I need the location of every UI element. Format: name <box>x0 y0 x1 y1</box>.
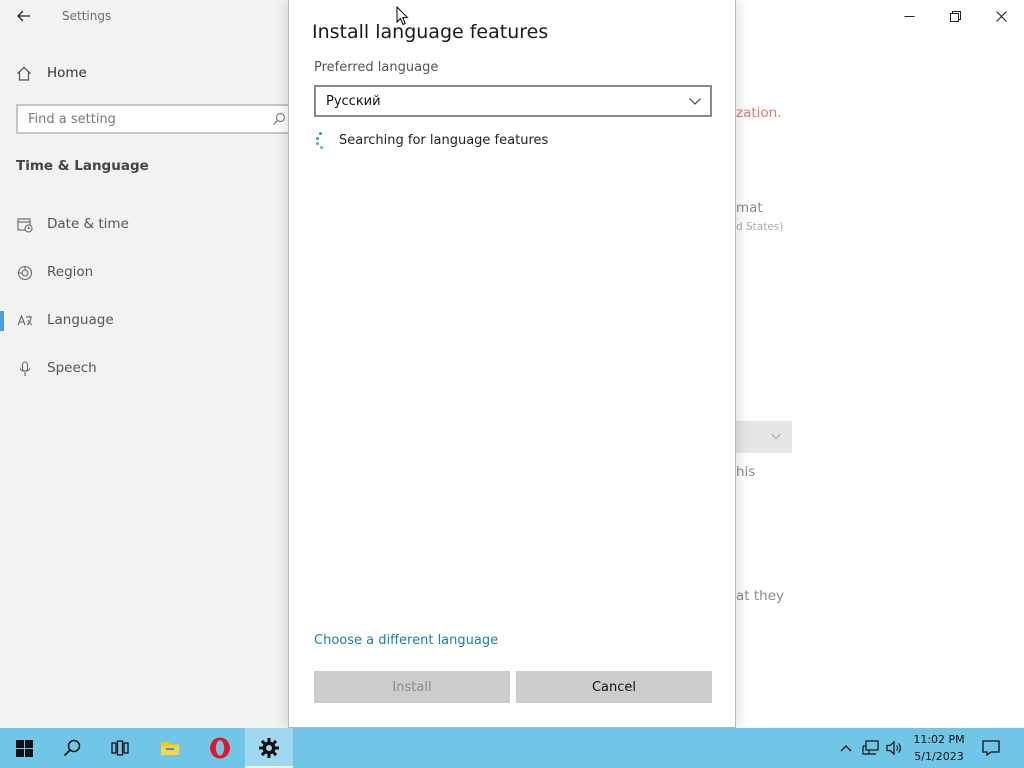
speaker-icon <box>886 740 901 756</box>
notifications-icon <box>982 740 1000 756</box>
region-globe-icon <box>16 264 34 282</box>
taskbar-clock[interactable]: 11:02 PM 5/1/2023 <box>910 731 968 765</box>
minimize-button[interactable] <box>886 0 932 32</box>
preferred-language-select[interactable]: Русский <box>314 85 712 117</box>
opera-icon <box>210 737 230 759</box>
section-title: Time & Language <box>16 158 149 174</box>
network-status-button[interactable] <box>860 728 882 768</box>
start-button[interactable] <box>0 728 48 768</box>
opera-browser-button[interactable] <box>196 728 244 768</box>
window-controls <box>886 0 1024 32</box>
window-title: Settings <box>62 9 112 23</box>
status-text: Searching for language features <box>339 132 549 148</box>
date-time-icon <box>16 216 34 234</box>
task-view-icon <box>111 740 129 756</box>
settings-gear-icon <box>259 738 279 758</box>
taskbar: 11:02 PM 5/1/2023 <box>0 728 1024 768</box>
close-button[interactable] <box>978 0 1024 32</box>
network-icon <box>862 740 879 755</box>
chevron-down-icon <box>771 433 781 440</box>
format-subtext-fragment: d States) <box>736 221 784 233</box>
clock-time: 11:02 PM <box>913 733 965 746</box>
microphone-icon <box>16 360 34 378</box>
task-view-button[interactable] <box>96 728 144 768</box>
sidebar-item-label: Speech <box>47 360 97 376</box>
file-explorer-button[interactable] <box>146 728 194 768</box>
settings-taskbar-button[interactable] <box>245 728 293 768</box>
search-icon <box>273 112 286 125</box>
nav-home[interactable]: Home <box>16 62 87 84</box>
chevron-down-icon <box>689 98 701 105</box>
sidebar-item-speech[interactable]: Speech <box>0 351 290 387</box>
volume-button[interactable] <box>884 728 906 768</box>
they-text-fragment: at they <box>736 588 785 604</box>
sidebar-item-region[interactable]: Region <box>0 255 290 291</box>
preferred-language-label: Preferred language <box>314 60 439 75</box>
taskbar-search-button[interactable] <box>48 728 96 768</box>
cancel-button[interactable]: Cancel <box>516 671 712 703</box>
settings-search-box[interactable] <box>16 104 292 134</box>
search-icon <box>63 739 81 757</box>
restore-icon <box>949 10 961 22</box>
file-explorer-icon <box>161 742 179 755</box>
choose-different-language-link[interactable]: Choose a different language <box>314 633 498 648</box>
close-icon <box>995 10 1007 22</box>
sidebar-item-date-time[interactable]: Date & time <box>0 207 290 243</box>
this-text-fragment: his <box>736 464 756 480</box>
background-dropdown[interactable] <box>736 421 792 453</box>
restore-button[interactable] <box>932 0 978 32</box>
search-status: Searching for language features <box>314 130 548 150</box>
minimize-icon <box>904 15 914 17</box>
action-center-button[interactable] <box>976 728 1006 768</box>
sidebar-item-label: Date & time <box>47 216 129 232</box>
back-button[interactable] <box>10 4 38 28</box>
mouse-cursor-icon <box>396 6 409 26</box>
loading-spinner-icon <box>314 131 328 149</box>
selected-language: Русский <box>326 94 381 109</box>
back-arrow-icon <box>17 10 30 22</box>
clock-date: 5/1/2023 <box>914 750 964 763</box>
search-input[interactable] <box>28 111 258 127</box>
sidebar-item-label: Language <box>47 312 114 328</box>
sidebar-item-label: Region <box>47 264 94 280</box>
sidebar-item-language[interactable]: Language <box>0 303 290 339</box>
start-icon <box>15 739 33 757</box>
show-hidden-icons-button[interactable] <box>836 728 856 768</box>
dialog-title: Install language features <box>312 21 549 43</box>
format-text-fragment: mat <box>736 200 763 216</box>
chevron-up-icon <box>840 745 852 752</box>
install-language-dialog: Install language features Preferred lang… <box>288 0 736 728</box>
nav-home-label: Home <box>47 65 87 81</box>
settings-sidebar: Settings Home Time & Language Date & tim… <box>0 0 292 728</box>
warning-text-fragment: zation. <box>736 105 782 121</box>
install-button[interactable]: Install <box>314 671 510 703</box>
home-icon <box>17 66 31 81</box>
language-icon <box>16 312 34 330</box>
